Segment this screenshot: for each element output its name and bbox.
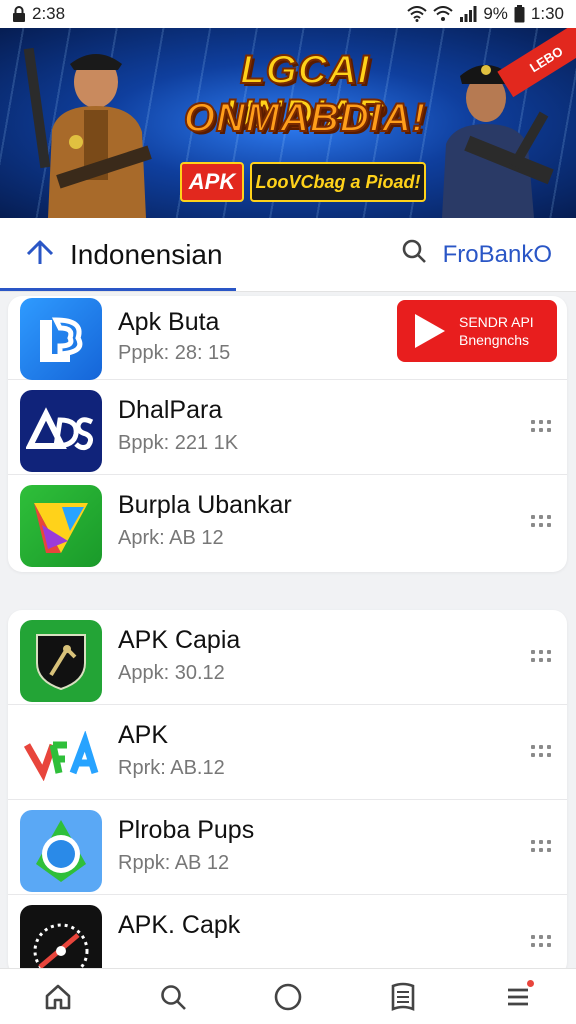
app-icon-lb [20,298,102,380]
app-icon-shield [20,620,102,702]
menu-icon[interactable] [488,972,548,1022]
play-icon [415,314,445,348]
bottom-navigation [0,968,576,1024]
list-item[interactable]: Apk Buta Pppk: 28: 15 SENDR API Bnengnch… [8,296,567,380]
tab-indonesian[interactable]: Indonensian [24,236,223,273]
upload-arrow-icon [24,236,56,273]
banner-subtitle: LooVCbag a Pioad! [250,162,426,202]
circle-icon[interactable] [258,972,318,1022]
notification-dot [527,979,535,987]
banner-title-line2: ONMABDIA! [183,95,427,141]
app-name: Plroba Pups [118,816,255,844]
cta-line2: Bnengnchs [459,332,530,348]
app-icon-location [20,810,102,892]
tab-active-indicator [0,288,236,291]
search-tab-label: FroBankO [442,240,552,268]
status-bar: 2:38 9% 1:30 [0,0,576,28]
app-list-card: APK Capia Appk: 30.12 APK Rprk: AB.12 Pl… [8,610,567,976]
list-item[interactable]: Burpla Ubankar Aprk: AB 12 [8,475,567,570]
promo-banner[interactable]: LGCAI UNDIAR ONMABDIA! APK LooVCbag a Pi… [0,28,576,218]
more-options-icon[interactable] [529,743,553,759]
app-meta: Rprk: AB.12 [118,757,225,779]
home-icon[interactable] [28,972,88,1022]
app-icon-speedometer [20,905,102,976]
list-item[interactable]: DhalPara Bppk: 221 1K [8,380,567,475]
book-icon[interactable] [373,972,433,1022]
status-time: 2:38 [32,4,66,23]
app-name: DhalPara [118,396,223,424]
list-item[interactable]: Plroba Pups Rppk: AB 12 [8,800,567,895]
app-meta: Aprk: AB 12 [118,527,224,549]
battery-icon [514,5,525,23]
app-list-card: Apk Buta Pppk: 28: 15 SENDR API Bnengnch… [8,296,567,572]
battery-percent: 9% [483,4,508,23]
app-meta: Bppk: 221 1K [118,432,239,454]
tab-label: Indonensian [70,238,223,270]
lock-icon [12,6,26,22]
more-options-icon[interactable] [529,933,553,949]
more-options-icon[interactable] [529,513,553,529]
status-clock: 1:30 [530,4,564,23]
list-item[interactable]: APK Rprk: AB.12 [8,705,567,800]
search-icon [401,238,427,271]
banner-apk-badge: APK [180,162,244,202]
app-name: APK. Capk [118,911,241,939]
cta-line1: SENDR API [459,314,534,330]
list-item[interactable]: APK Capia Appk: 30.12 [8,610,567,705]
app-name: APK Capia [118,626,241,654]
more-options-icon[interactable] [529,838,553,854]
signal-icon [459,6,477,22]
tab-search[interactable]: FroBankO [401,238,552,271]
app-name: Burpla Ubankar [118,491,292,519]
more-options-icon[interactable] [529,418,553,434]
wifi-icon [433,6,453,22]
send-apk-button[interactable]: SENDR API Bnengnchs [397,300,557,362]
app-name: Apk Buta [118,308,220,336]
category-tabbar: Indonensian FroBankO [0,218,576,292]
app-icon-triangle [20,485,102,567]
more-options-icon[interactable] [529,648,553,664]
app-icon-ads [20,390,102,472]
banner-figure-left [23,47,152,218]
search-icon[interactable] [143,972,203,1022]
app-meta: Pppk: 28: 15 [118,342,231,364]
list-item[interactable]: APK. Capk [8,895,567,976]
wifi-icon [407,6,427,22]
app-meta: Rppk: AB 12 [118,852,230,874]
app-icon-apk-letters [20,715,102,797]
app-name: APK [118,721,169,749]
app-meta: Appk: 30.12 [118,662,225,684]
